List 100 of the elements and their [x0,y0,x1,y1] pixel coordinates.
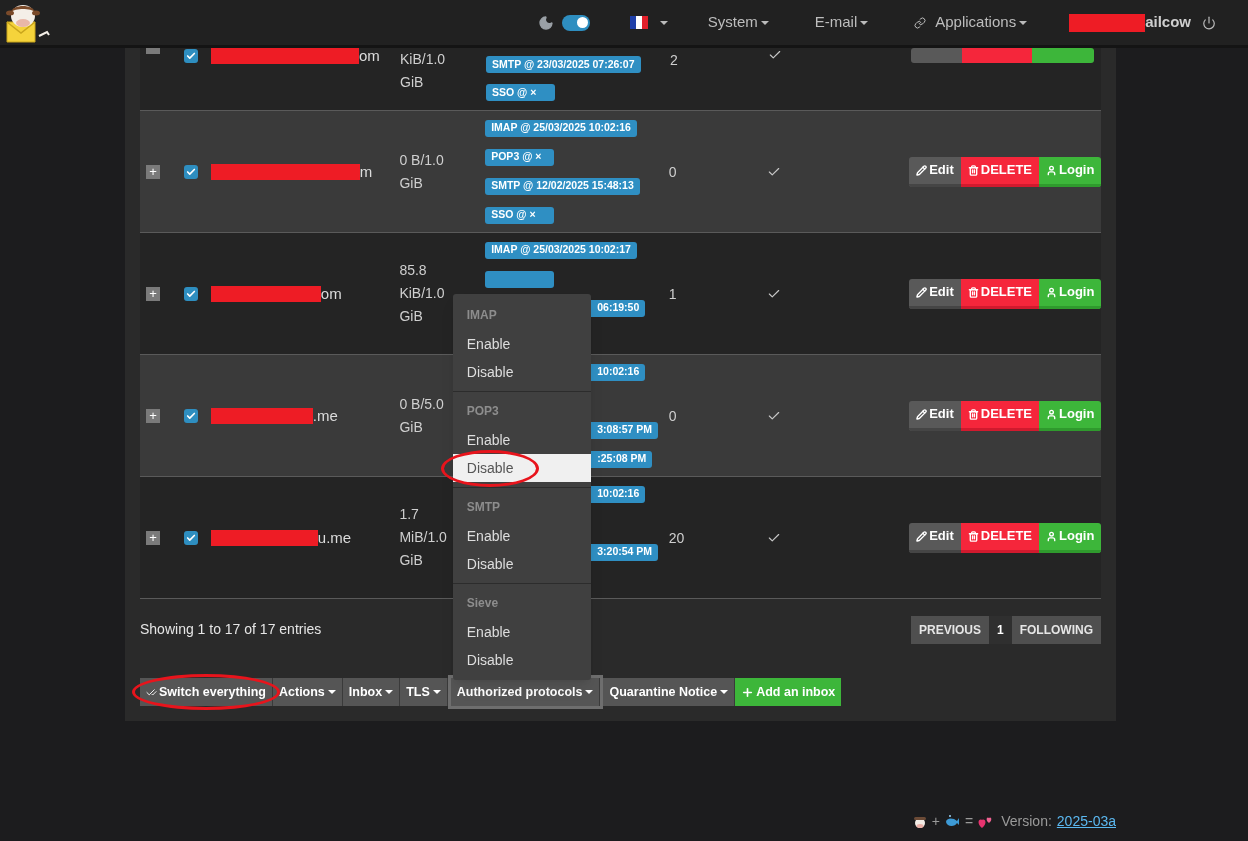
pencil-icon [916,164,928,176]
menu-header: Sieve [465,595,500,612]
moon-icon [537,14,554,31]
caret-icon [659,20,668,25]
protocol-badge: SMTP @ 23/03/2025 07:26:07 [486,56,641,73]
count-text: 0 [668,407,677,424]
caret-icon [585,690,594,694]
trash-icon [967,530,979,542]
email-address: m [359,163,373,180]
protocol-badge: POP3 @ × [485,148,555,166]
email-address: om [320,285,342,302]
action-button[interactable]: DELETE [960,156,1040,187]
dark-mode-toggle[interactable] [561,14,590,31]
trash-icon [967,164,979,176]
trash-icon [967,408,979,420]
protocol-badge: SSO @ × [486,84,555,101]
pencil-icon [916,286,928,298]
caret-icon [385,690,394,694]
quota-text: MiB/1.0 [399,528,447,547]
protocol-badge [485,270,555,288]
plus-icon [741,685,755,699]
nav-menu[interactable]: E-mail [814,11,869,34]
toolbar-button[interactable]: TLS [400,678,448,706]
action-button[interactable]: Edit [909,400,961,431]
quota-text: 85.8 [399,261,427,280]
pencil-icon [916,408,928,420]
expand-button[interactable]: + [146,286,160,301]
entries-summary: Showing 1 to 17 of 17 entries [140,620,322,639]
caret-icon [327,690,336,694]
user-icon [1046,408,1058,420]
version-link[interactable]: 2025-03a [1056,811,1116,832]
row-checkbox[interactable] [183,530,198,545]
action-button[interactable]: Edit [909,278,961,309]
email-address: om [359,48,380,64]
toolbar-button[interactable]: Actions [273,678,343,706]
cow-icon [912,814,927,829]
action-button[interactable]: DELETE [960,522,1040,553]
row-checkbox[interactable] [183,286,198,301]
caret-icon [1019,20,1028,25]
quota-text: 1.7 [399,505,419,524]
expand-button[interactable]: + [146,408,160,423]
toolbar-button[interactable]: Authorized protocols [450,678,601,706]
menu-item[interactable]: Disable [452,646,591,674]
quota-text: 0 B/1.0 [399,150,444,170]
quota-text: GiB [399,551,423,570]
user-icon [1046,530,1058,542]
count-text: 20 [668,529,685,546]
protocol-badge: IMAP @ 25/03/2025 10:02:17 [485,241,637,259]
user-icon [1046,286,1058,298]
quota-text: GiB [399,417,423,437]
row-checkbox[interactable] [184,49,198,63]
quota-text: 0 B/5.0 [399,394,444,414]
row-checkbox[interactable] [183,164,198,179]
toolbar-button[interactable]: Inbox [342,678,401,706]
caret-icon [760,20,769,25]
quota-text: GiB [400,73,424,92]
quota-text: GiB [399,307,423,326]
action-button[interactable]: Edit [909,522,961,553]
action-button[interactable]: DELETE [960,400,1040,431]
pagination-button[interactable]: 1 [989,615,1012,644]
flag-icon [629,16,648,29]
quota-text: GiB [399,173,423,193]
language-dropdown[interactable] [629,16,668,29]
toolbar-button[interactable]: Switch everything [140,678,273,706]
email-address: u.me [317,529,352,546]
menu-item[interactable]: Enable [452,618,591,646]
menu-item[interactable]: Disable [452,454,591,482]
double-check-icon [146,686,157,698]
link-icon [914,16,927,29]
count-text: 1 [668,285,677,302]
caret-icon [432,690,441,694]
expand-button[interactable]: + [146,530,160,545]
pencil-icon [916,530,928,542]
equals-sign: = [965,812,974,831]
pagination-button[interactable]: FOLLOWING [1011,615,1101,644]
power-icon[interactable] [1202,15,1216,30]
email-address: .me [312,407,338,424]
caret-icon [720,690,729,694]
pagination-button[interactable]: PREVIOUS [910,615,989,644]
menu-item[interactable]: Enable [452,330,591,358]
quota-text: KiB/1.0 [399,284,445,303]
count-text: 2 [670,52,678,68]
protocol-badge: SSO @ × [485,206,555,224]
toolbar-button[interactable]: Quarantine Notice [603,678,736,706]
row-checkbox[interactable] [183,408,198,423]
nav-menu[interactable]: System [707,11,769,34]
quota-text: KiB/1.0 [400,50,446,69]
count-text: 0 [668,163,677,180]
whale-icon [945,815,961,828]
username[interactable]: ailcow [1145,11,1191,34]
action-button[interactable]: DELETE [960,278,1040,309]
menu-header: POP3 [465,403,500,420]
protocol-badge: IMAP @ 25/03/2025 10:02:16 [485,119,637,137]
nav-menu[interactable]: Applications [914,11,1028,34]
expand-button[interactable]: + [146,164,160,179]
action-button[interactable]: Edit [909,156,961,187]
plus-sign: + [931,812,941,831]
trash-icon [967,286,979,298]
protocol-badge: SMTP @ 12/02/2025 15:48:13 [485,177,640,195]
caret-icon [860,20,869,25]
